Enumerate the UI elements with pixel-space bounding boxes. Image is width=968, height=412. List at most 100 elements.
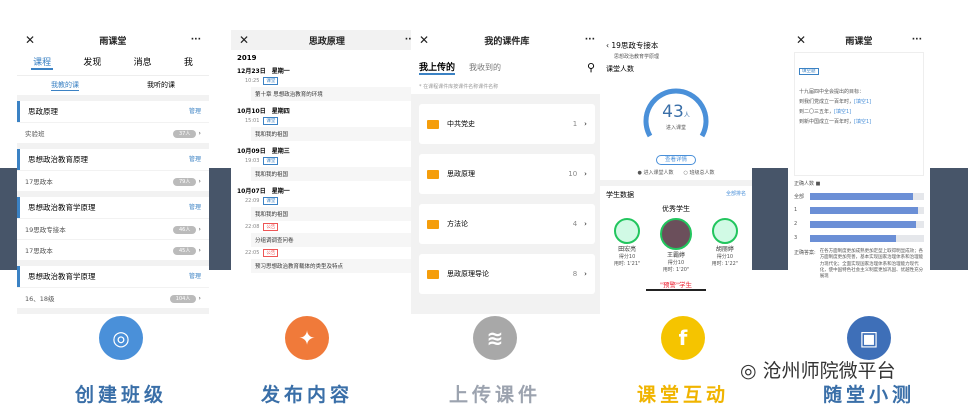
- more-icon[interactable]: ···: [585, 35, 595, 45]
- sub-tabs: 我教的课 我听的课: [17, 75, 209, 95]
- question-line-text: 到我们党成立一百年时，: [799, 99, 855, 105]
- target-icon: ◎: [99, 316, 143, 360]
- class-row[interactable]: 16、18级 104人 ›: [17, 287, 209, 308]
- manage-link[interactable]: 管理: [189, 271, 201, 282]
- class-title: 19思政专接本: [611, 41, 659, 50]
- course-card: 思想政治教育学原理 管理 16、18级 104人 ›: [17, 266, 209, 308]
- student-card[interactable]: 王霸婷 得分10 用时: 1'20": [659, 218, 692, 273]
- more-icon[interactable]: ···: [191, 35, 201, 45]
- student-count-badge: 46人: [172, 226, 197, 234]
- event-date: 10月07日 星期一: [237, 188, 290, 195]
- student-card[interactable]: 田宏亮 得分10 用时: 1'21": [614, 218, 640, 273]
- feature-label: 随堂小测: [822, 384, 915, 406]
- close-icon[interactable]: ✕: [239, 33, 249, 47]
- manage-link[interactable]: 管理: [189, 154, 201, 165]
- event-date: 10月10日 星期四: [237, 108, 290, 115]
- event-time: 22:05: [245, 250, 260, 256]
- event-item[interactable]: 我和我的祖国: [251, 207, 415, 221]
- manage-link[interactable]: 管理: [189, 106, 201, 117]
- event-item[interactable]: 分组调调查问卷: [251, 233, 415, 247]
- folder-item[interactable]: 方法论 4 ›: [419, 204, 595, 244]
- people-label: 课堂人数: [606, 65, 634, 73]
- chevron-right-icon: ›: [577, 220, 587, 228]
- class-row[interactable]: 17思政本 45人 ›: [17, 239, 209, 260]
- event-item[interactable]: 预习思想政治教育载体的类型及特点: [251, 259, 415, 273]
- event-meta: 10:25 课堂: [231, 76, 423, 86]
- chevron-right-icon: ›: [577, 170, 587, 178]
- tab-me[interactable]: 我: [182, 55, 195, 70]
- warning-tab[interactable]: "预警"学生: [646, 279, 706, 291]
- phone-screen-quiz: ✕ 雨课堂 ··· 填空题 十九届四中全会提出的目标： 到我们党成立一百年时，[填空1…: [788, 30, 930, 314]
- manage-link[interactable]: 管理: [189, 202, 201, 213]
- event-tag: 课堂: [263, 117, 279, 125]
- tab-taught[interactable]: 我教的课: [51, 80, 79, 91]
- course-subtitle: 思想政治教育学原理: [614, 54, 660, 60]
- excellent-label: 优秀学生: [662, 205, 690, 213]
- folder-name: 思政原理导论: [447, 270, 489, 278]
- feature-label: 创建班级: [74, 384, 167, 406]
- tab-uploaded[interactable]: 我上传的: [419, 60, 456, 75]
- folder-item[interactable]: 中共党史 1 ›: [419, 104, 595, 144]
- event-item[interactable]: 我和我的祖国: [251, 127, 415, 141]
- fill-blank: [填空1]: [834, 109, 852, 115]
- answer-label: 正确答案:: [794, 250, 816, 256]
- student-score: 得分10: [618, 254, 636, 260]
- student-score: 得分10: [716, 254, 734, 260]
- bar-track: [810, 206, 924, 214]
- question-line: 到二〇三五年，[填空1]: [799, 108, 919, 115]
- tab-attended[interactable]: 我听的课: [147, 80, 175, 91]
- close-icon[interactable]: ✕: [419, 33, 429, 47]
- course-card: 思想政治教育学原理 管理 19思政专接本 46人 › 17思政本 45人 ›: [17, 197, 209, 260]
- tab-courses[interactable]: 课程: [31, 55, 54, 70]
- course-card: 思想政治教育原理 管理 17思政本 79人 ›: [17, 149, 209, 191]
- event-time: 22:09: [245, 198, 260, 204]
- event-item[interactable]: 第十章 思想政治教育的环境: [251, 87, 415, 101]
- detail-button[interactable]: 查看详情: [655, 155, 696, 165]
- class-row[interactable]: 19思政专接本 46人 ›: [17, 218, 209, 239]
- hint-text: * 在课程课件库按课件名称课件名称: [411, 79, 603, 94]
- question-line-text: 到新中国成立一百年时，: [799, 119, 855, 125]
- class-row[interactable]: 实验班 37人 ›: [17, 122, 209, 143]
- phone-screen-courseware: ✕ 我的课件库 ··· 我上传的 我收到的 ⚲ * 在课程课件库按课件名称课件名称 …: [411, 30, 603, 314]
- event-item[interactable]: 我和我的祖国: [251, 167, 415, 181]
- student-card[interactable]: 胡丽婷 得分10 用时: 1'22": [712, 218, 738, 273]
- rank-link[interactable]: 全部排名: [726, 190, 746, 200]
- student-data-label: 学生数据: [606, 191, 634, 199]
- chevron-right-icon: ›: [577, 120, 587, 128]
- event-tag: 公告: [263, 223, 279, 231]
- class-count-group: 45人 ›: [172, 246, 201, 255]
- bar-row: 1: [794, 203, 924, 217]
- bar-fill: [810, 206, 919, 214]
- back-header[interactable]: ‹ 19思政专接本: [600, 30, 752, 53]
- tab-messages[interactable]: 消息: [132, 55, 154, 70]
- search-icon[interactable]: ⚲: [587, 61, 595, 74]
- title-bar: ✕ 我的课件库 ···: [411, 30, 603, 50]
- question-line: 十九届四中全会提出的目标：: [799, 88, 919, 95]
- more-icon[interactable]: ···: [912, 35, 922, 45]
- event-tag: 课堂: [263, 77, 279, 85]
- folder-name: 思政原理: [447, 170, 475, 178]
- event-group: 10月09日 星期三 19:03 课堂 我和我的祖国: [231, 142, 423, 181]
- folder-item[interactable]: 思政原理 10 ›: [419, 154, 595, 194]
- rss-icon: ≋: [473, 316, 517, 360]
- main-tabs: 课程 发现 消息 我: [17, 50, 209, 75]
- folder-item[interactable]: 思政原理导论 8 ›: [419, 254, 595, 294]
- tab-received[interactable]: 我收到的: [469, 62, 501, 73]
- event-meta: 15:01 课堂: [231, 116, 423, 126]
- attendance-gauge: 43人 进入课堂: [640, 84, 712, 144]
- event-tag: 课堂: [263, 157, 279, 165]
- event-group: 10月07日 星期一 22:09 课堂 我和我的祖国 22:08 公告 分组调调查问卷 22:…: [231, 182, 423, 273]
- class-row[interactable]: 17思政本 79人 ›: [17, 170, 209, 191]
- bar-track: [810, 192, 924, 200]
- course-name: 思想政治教育学原理: [28, 203, 96, 212]
- event-meta: 22:09 课堂: [231, 196, 423, 206]
- event-date: 10月09日 星期三: [237, 148, 290, 155]
- event-meta: 22:08 公告: [231, 222, 423, 232]
- close-icon[interactable]: ✕: [796, 33, 806, 47]
- bar-fill: [810, 192, 913, 200]
- close-icon[interactable]: ✕: [25, 33, 35, 47]
- tab-discover[interactable]: 发现: [81, 55, 103, 70]
- event-group: 10月10日 星期四 15:01 课堂 我和我的祖国: [231, 102, 423, 141]
- correct-count-label: 正确人数 ■: [794, 181, 821, 187]
- course-name: 思想政治教育学原理: [28, 272, 96, 281]
